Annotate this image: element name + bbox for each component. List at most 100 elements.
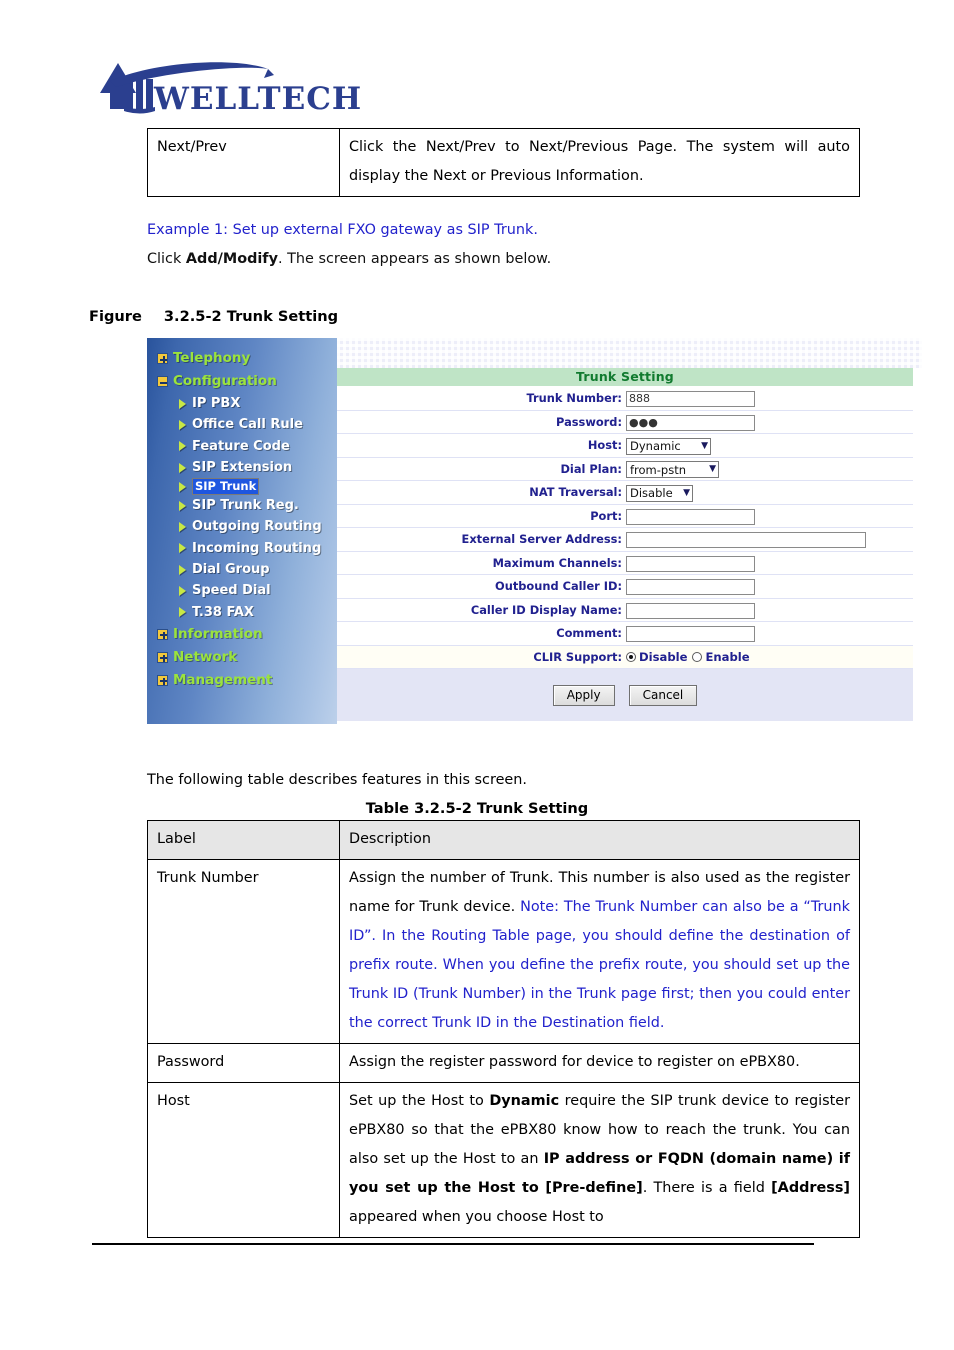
nat-traversal-select-value: Disable	[630, 486, 673, 501]
nat-traversal-select[interactable]: Disable ▼	[626, 484, 693, 502]
plus-box-icon[interactable]	[157, 353, 168, 364]
sidebar-group-management[interactable]: Management	[153, 669, 337, 692]
content-pane: Trunk Setting Trunk Number: 888 Password…	[337, 338, 922, 724]
field-row-maximum-channels: Maximum Channels:	[337, 550, 913, 575]
desc-blue-note: Note: The Trunk Number can also be a “Tr…	[349, 899, 850, 1031]
minus-box-icon[interactable]	[157, 376, 168, 387]
port-input[interactable]	[626, 508, 755, 525]
comment-label: Comment:	[337, 621, 625, 646]
outbound-caller-id-input[interactable]	[626, 579, 755, 596]
comment-input[interactable]	[626, 626, 755, 643]
sidebar-item-label: Office Call Rule	[192, 417, 303, 433]
figure-label: Figure	[89, 308, 142, 325]
dial-plan-label: Dial Plan:	[337, 456, 625, 481]
password-input[interactable]: ●●●	[626, 414, 755, 431]
field-row-dial-plan: Dial Plan: from-pstn ▼	[337, 456, 913, 481]
radio-unselected-icon[interactable]	[692, 651, 703, 662]
welltech-logo-icon: WELLTECH	[100, 62, 361, 115]
maximum-channels-input[interactable]	[626, 555, 755, 572]
sidebar-item-label: SIP Extension	[192, 459, 293, 475]
apply-button[interactable]: Apply	[552, 684, 615, 706]
host-desc-part-5: [Address]	[771, 1180, 850, 1196]
form-title-row: Trunk Setting	[337, 368, 913, 387]
password-label: Password:	[337, 409, 625, 434]
plus-box-icon[interactable]	[157, 651, 168, 663]
host-select-value: Dynamic	[630, 439, 681, 454]
maximum-channels-label: Maximum Channels:	[337, 550, 625, 575]
sidebar-item-label: Speed Dial	[192, 583, 271, 599]
row-description: Assign the register password for device …	[339, 1043, 860, 1083]
host-desc-part-0: Set up the Host to	[349, 1093, 490, 1109]
dial-plan-select[interactable]: from-pstn ▼	[626, 461, 719, 479]
chevron-right-icon	[179, 441, 186, 452]
clir-disable-option[interactable]: Disable	[626, 650, 687, 664]
sidebar-item-speed-dial[interactable]: Speed Dial	[153, 580, 337, 601]
sidebar-group-configuration[interactable]: Configuration	[153, 370, 337, 393]
form-title: Trunk Setting	[337, 368, 913, 387]
sidebar-item-label: Dial Group	[192, 562, 270, 578]
trunk-setting-description-table: Label Description Trunk Number Assign th…	[147, 820, 860, 1238]
field-row-nat-traversal: NAT Traversal: Disable ▼	[337, 480, 913, 505]
trunk-number-input[interactable]: 888	[626, 391, 755, 408]
field-row-host: Host: Dynamic ▼	[337, 433, 913, 458]
field-row-port: Port:	[337, 503, 913, 528]
table-row: Host Set up the Host to Dynamic require …	[147, 1082, 860, 1238]
figure-caption: Figure 3.2.5-2 Trunk Setting	[89, 302, 338, 331]
row-label: Password	[147, 1043, 340, 1083]
host-desc-part-4: . There is a field	[642, 1180, 772, 1196]
sidebar-item-incoming-routing[interactable]: Incoming Routing	[153, 538, 337, 559]
click-addmodify-line: Click Add/Modify. The screen appears as …	[147, 245, 551, 274]
sidebar-item-label: Incoming Routing	[192, 540, 322, 556]
chevron-right-icon	[179, 398, 186, 409]
sidebar-item-t38-fax[interactable]: T.38 FAX	[153, 602, 337, 623]
caller-id-display-name-input[interactable]	[626, 602, 755, 619]
radio-selected-icon[interactable]	[626, 651, 636, 662]
caller-id-display-name-label: Caller ID Display Name:	[337, 597, 625, 622]
click-pre: Click	[147, 251, 186, 267]
external-server-address-input[interactable]	[626, 532, 866, 549]
sidebar-group-network[interactable]: Network	[153, 646, 337, 669]
sidebar-item-label: SIP Trunk Reg.	[192, 498, 299, 514]
clir-enable-label: Enable	[705, 649, 750, 664]
sidebar-group-label: Telephony	[173, 350, 251, 366]
field-row-password: Password: ●●●	[337, 409, 913, 434]
table-row: Next/Prev Click the Next/Prev to Next/Pr…	[147, 128, 860, 197]
chevron-right-icon	[179, 564, 186, 575]
field-row-trunk-number: Trunk Number: 888	[337, 386, 913, 411]
port-label: Port:	[337, 503, 625, 528]
sidebar-group-label: Information	[173, 625, 263, 642]
row-label: Host	[147, 1082, 340, 1238]
cancel-button[interactable]: Cancel	[628, 684, 698, 706]
trunk-number-label: Trunk Number:	[337, 386, 625, 411]
sidebar-group-telephony[interactable]: Telephony	[153, 347, 337, 370]
chevron-right-icon	[179, 419, 186, 430]
decorative-dot-strip	[337, 338, 922, 368]
chevron-down-icon: ▼	[701, 440, 708, 451]
sidebar-group-information[interactable]: Information	[153, 623, 337, 646]
sidebar-item-sip-trunk-reg[interactable]: SIP Trunk Reg.	[153, 495, 337, 516]
clir-disable-label: Disable	[639, 649, 688, 664]
header-description: Description	[339, 820, 860, 860]
row-description: Click the Next/Prev to Next/Previous Pag…	[339, 128, 860, 197]
clir-enable-option[interactable]: Enable	[692, 649, 750, 664]
plus-box-icon[interactable]	[157, 628, 168, 640]
host-select[interactable]: Dynamic ▼	[626, 437, 711, 455]
sidebar-item-office-call-rule[interactable]: Office Call Rule	[153, 414, 337, 435]
chevron-right-icon	[179, 586, 186, 597]
sidebar-item-label-selected: SIP Trunk	[192, 478, 260, 496]
plus-box-icon[interactable]	[157, 674, 168, 686]
trunk-setting-screenshot: Telephony Configuration IP PBX Office Ca…	[147, 338, 922, 724]
sidebar-item-dial-group[interactable]: Dial Group	[153, 559, 337, 580]
trunk-setting-form: Trunk Setting Trunk Number: 888 Password…	[337, 368, 913, 669]
sidebar-item-ip-pbx[interactable]: IP PBX	[153, 393, 337, 414]
field-row-external-server-address: External Server Address:	[337, 527, 913, 552]
table-caption: Table 3.2.5-2 Trunk Setting	[365, 800, 589, 817]
sidebar-item-sip-extension[interactable]: SIP Extension	[153, 457, 337, 478]
row-description: Set up the Host to Dynamic require the S…	[339, 1082, 860, 1238]
sidebar-item-sip-trunk[interactable]: SIP Trunk	[153, 478, 337, 496]
sidebar-item-feature-code[interactable]: Feature Code	[153, 436, 337, 457]
row-label: Next/Prev	[147, 128, 340, 197]
sidebar-item-outgoing-routing[interactable]: Outgoing Routing	[153, 516, 337, 537]
table-row: Trunk Number Assign the number of Trunk.…	[147, 859, 860, 1044]
footer-divider	[92, 1243, 814, 1245]
